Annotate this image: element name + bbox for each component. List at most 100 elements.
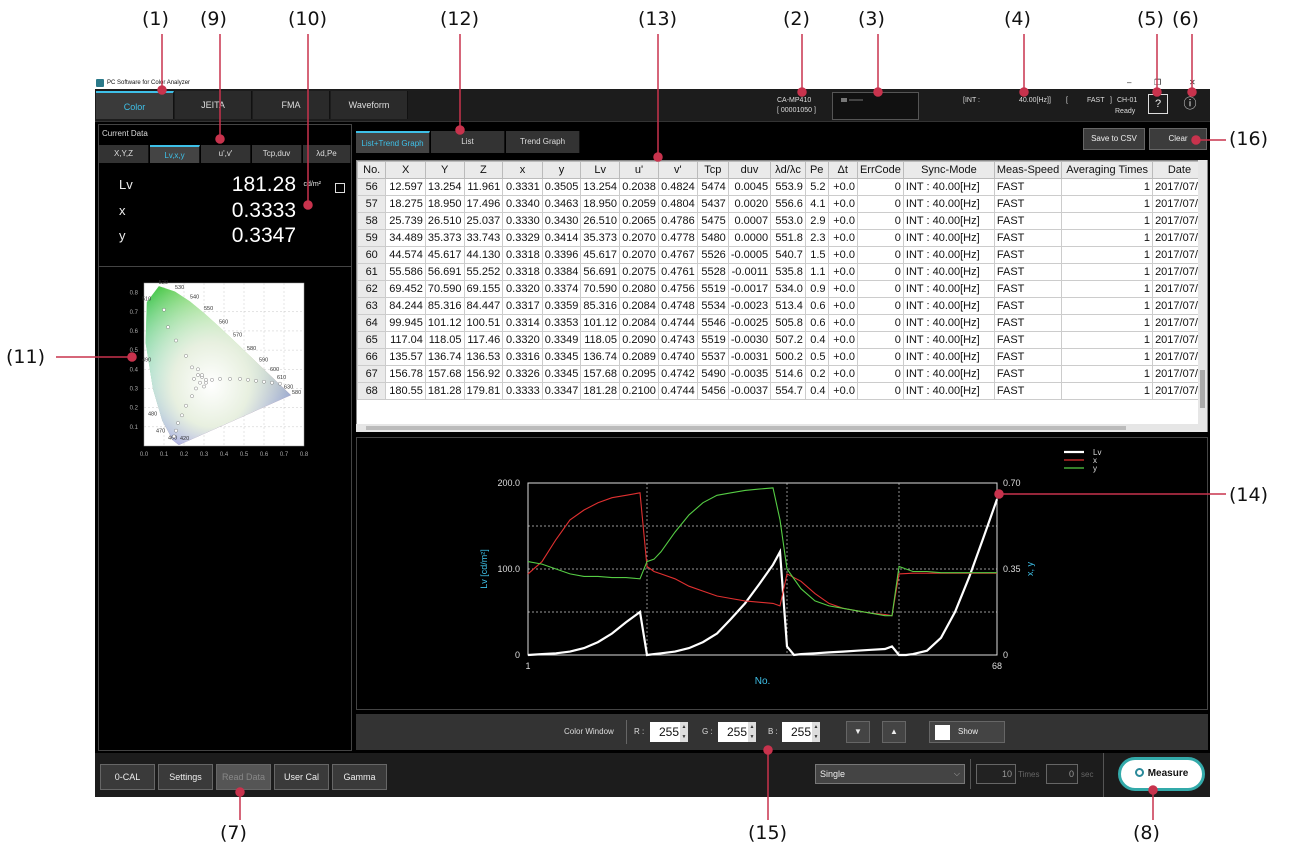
up-button[interactable]: ▲ bbox=[882, 721, 906, 743]
table-row[interactable]: 64 99.945 101.12 100.51 0.3314 0.3353 101.12 0.… bbox=[357, 314, 1207, 332]
measurement-table[interactable]: No. X Y Zx y Lv u' v' Tcp duv λd/λc Pe Δt ErrCode Sync… bbox=[356, 160, 1208, 432]
y-left-tick-label: 0 bbox=[515, 650, 520, 660]
table-row[interactable]: 61 55.586 56.691 55.252 0.3318 0.3384 56.691 0.… bbox=[357, 263, 1207, 281]
y-right-axis-label: x, y bbox=[1025, 562, 1035, 577]
subtab-tcp-duv[interactable]: Tcp,duv bbox=[252, 145, 302, 163]
column-header[interactable]: Lv bbox=[580, 161, 621, 179]
table-cell: 69.452 bbox=[385, 280, 426, 298]
tab-jeita[interactable]: JEITA bbox=[175, 91, 252, 119]
spinner-arrows-icon[interactable]: ▲ ▼ bbox=[748, 722, 756, 742]
table-row[interactable]: 60 44.574 45.617 44.130 0.3318 0.3396 45.617 0.… bbox=[357, 246, 1207, 264]
read-data-button[interactable]: Read Data bbox=[216, 764, 271, 790]
column-header[interactable]: No. bbox=[357, 161, 387, 179]
show-button[interactable]: Show bbox=[929, 721, 1005, 743]
table-cell: 156.92 bbox=[463, 365, 504, 383]
settings-button[interactable]: Settings bbox=[158, 764, 213, 790]
help-icon[interactable]: ? bbox=[1148, 94, 1168, 114]
table-row[interactable]: 57 18.275 18.950 17.496 0.3340 0.3463 18.950 0.… bbox=[357, 195, 1207, 213]
wavelength-label: 420 bbox=[180, 436, 189, 442]
r-label: R : bbox=[634, 727, 645, 736]
table-row[interactable]: 66 135.57 136.74 136.53 0.3316 0.3345 136.74 0.… bbox=[357, 348, 1207, 366]
readout-value: 181.28 bbox=[231, 173, 296, 196]
table-row[interactable]: 56 12.597 13.254 11.961 0.3331 0.3505 13.254 0.… bbox=[357, 178, 1207, 196]
tab-fma[interactable]: FMA bbox=[253, 91, 330, 119]
tab-list-trend-graph[interactable]: List+Trend Graph bbox=[356, 131, 430, 153]
table-row[interactable]: 59 34.489 35.373 33.743 0.3329 0.3414 35.373 0.… bbox=[357, 229, 1207, 247]
column-header[interactable]: Y bbox=[424, 161, 465, 179]
times-input[interactable]: 10 bbox=[976, 764, 1016, 784]
scroll-thumb[interactable] bbox=[1200, 370, 1205, 408]
table-cell: 118.05 bbox=[424, 331, 465, 349]
spinner-arrows-icon[interactable]: ▲ ▼ bbox=[812, 722, 820, 742]
scroll-thumb[interactable] bbox=[366, 426, 1126, 430]
column-header[interactable]: x bbox=[502, 161, 543, 179]
table-row[interactable]: 67 156.78 157.68 156.92 0.3326 0.3345 157.68 0.… bbox=[357, 365, 1207, 383]
measure-mode-select[interactable]: Single ⌵ bbox=[815, 764, 965, 784]
table-cell: 0.2100 bbox=[619, 382, 659, 400]
column-header[interactable]: v' bbox=[657, 161, 698, 179]
table-cell: 25.037 bbox=[463, 212, 504, 230]
table-row[interactable]: 65 117.04 118.05 117.46 0.3320 0.3349 118.05 0.… bbox=[357, 331, 1207, 349]
y-left-tick-label: 100.0 bbox=[497, 564, 520, 574]
subtab-lvxy[interactable]: Lv,x,y bbox=[150, 145, 200, 163]
table-cell: 0 bbox=[856, 382, 904, 400]
column-header[interactable]: Tcp bbox=[696, 161, 729, 179]
sync-mode: [INT : bbox=[963, 97, 980, 104]
table-cell: 55.586 bbox=[385, 263, 426, 281]
x-tick-label: 0.1 bbox=[160, 452, 169, 458]
table-cell: 1 bbox=[1061, 195, 1153, 213]
clear-button[interactable]: Clear bbox=[1149, 128, 1207, 150]
r-spinner[interactable]: 255 ▲ ▼ bbox=[650, 722, 688, 742]
interval-input[interactable]: 0 bbox=[1046, 764, 1078, 784]
column-header[interactable]: Sync-Mode bbox=[902, 161, 995, 179]
column-header[interactable]: Z bbox=[463, 161, 504, 179]
speed-bracket-open: [ bbox=[1066, 97, 1068, 104]
down-button[interactable]: ▼ bbox=[846, 721, 870, 743]
status-text: Ready bbox=[1115, 108, 1136, 115]
tab-trend-graph[interactable]: Trend Graph bbox=[506, 131, 580, 153]
tab-list[interactable]: List bbox=[431, 131, 505, 153]
wavelength-label: 520 bbox=[159, 280, 168, 286]
table-cell: 5519 bbox=[696, 331, 729, 349]
table-cell: FAST bbox=[993, 297, 1063, 315]
column-header[interactable]: u' bbox=[619, 161, 659, 179]
table-row[interactable]: 58 25.739 26.510 25.037 0.3330 0.3430 26.510 0.… bbox=[357, 212, 1207, 230]
close-button[interactable]: ✕ bbox=[1189, 77, 1196, 89]
spinner-arrows-icon[interactable]: ▲ ▼ bbox=[680, 722, 688, 742]
minimize-button[interactable]: – bbox=[1127, 77, 1131, 89]
table-cell: 100.51 bbox=[463, 314, 504, 332]
column-header[interactable]: y bbox=[541, 161, 582, 179]
zero-cal-button[interactable]: 0-CAL bbox=[100, 764, 155, 790]
table-row[interactable]: 63 84.244 85.316 84.447 0.3317 0.3359 85.316 0.… bbox=[357, 297, 1207, 315]
column-header[interactable]: Δt bbox=[827, 161, 858, 179]
measure-button[interactable]: Measure bbox=[1118, 757, 1205, 791]
b-spinner[interactable]: 255 ▲ ▼ bbox=[782, 722, 820, 742]
gamma-button[interactable]: Gamma bbox=[332, 764, 387, 790]
table-vertical-scrollbar[interactable] bbox=[1198, 160, 1207, 432]
table-cell: 44.130 bbox=[463, 246, 504, 264]
restore-button[interactable]: ❐ bbox=[1154, 77, 1161, 89]
instrument-status-box[interactable] bbox=[832, 92, 919, 120]
table-horizontal-scrollbar[interactable] bbox=[356, 424, 1199, 432]
column-header[interactable]: λd/λc bbox=[770, 161, 806, 179]
column-header[interactable]: Meas-Speed bbox=[993, 161, 1063, 179]
subtab-xyz[interactable]: X,Y,Z bbox=[99, 145, 149, 163]
column-header[interactable]: X bbox=[385, 161, 426, 179]
table-cell: 1 bbox=[1061, 297, 1153, 315]
table-cell: 0 bbox=[856, 178, 904, 196]
column-header[interactable]: duv bbox=[727, 161, 772, 179]
g-spinner[interactable]: 255 ▲ ▼ bbox=[718, 722, 756, 742]
user-cal-button[interactable]: User Cal bbox=[274, 764, 329, 790]
column-header[interactable]: ErrCode bbox=[856, 161, 904, 179]
table-row[interactable]: 68 180.55 181.28 179.81 0.3333 0.3347 181.28 0.… bbox=[357, 382, 1207, 400]
save-to-csv-button[interactable]: Save to CSV bbox=[1083, 128, 1145, 150]
column-header[interactable]: Pe bbox=[804, 161, 829, 179]
table-row[interactable]: 62 69.452 70.590 69.155 0.3320 0.3374 70.590 0.… bbox=[357, 280, 1207, 298]
subtab-ld-pe[interactable]: λd,Pe bbox=[303, 145, 351, 163]
tab-color[interactable]: Color bbox=[96, 91, 174, 119]
table-cell: 25.739 bbox=[385, 212, 426, 230]
subtab-uv[interactable]: u',v' bbox=[201, 145, 251, 163]
info-icon[interactable]: ⓘ bbox=[1180, 94, 1200, 114]
column-header[interactable]: Averaging Times bbox=[1061, 161, 1153, 179]
tab-waveform[interactable]: Waveform bbox=[331, 91, 408, 119]
